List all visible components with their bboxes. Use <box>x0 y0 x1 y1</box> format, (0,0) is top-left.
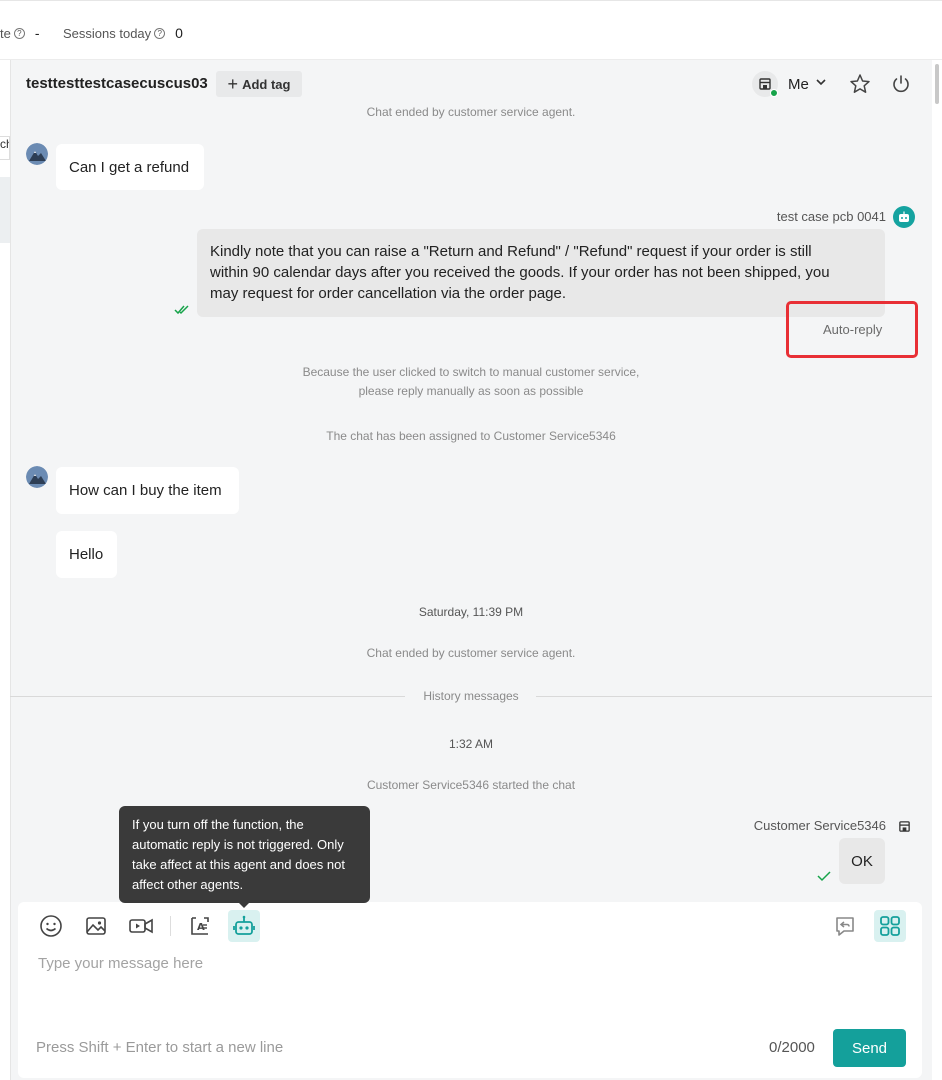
question-icon[interactable]: ? <box>154 27 166 39</box>
question-icon[interactable]: ? <box>13 27 25 39</box>
message-text: Can I get a refund <box>69 158 190 176</box>
apps-grid-icon[interactable] <box>874 910 906 942</box>
robot-icon <box>893 206 915 228</box>
left-selected-item-fragment[interactable] <box>0 177 10 243</box>
system-message: The chat has been assigned to Customer S… <box>326 429 616 443</box>
message-text-line: Kindly note that you can raise a "Return… <box>210 243 812 260</box>
toolbar-separator <box>170 916 171 936</box>
tooltip-arrow <box>238 902 250 908</box>
ai-text-icon[interactable]: A <box>187 913 213 939</box>
customer-message: How can I buy the item <box>56 467 239 514</box>
tooltip-line: affect other agents. <box>132 877 244 892</box>
character-counter: 0/2000 <box>769 1039 815 1056</box>
add-tag-button[interactable]: + Add tag <box>216 71 302 97</box>
stats-bar: te ? - Sessions today ? 0 <box>0 0 942 60</box>
message-text: How can I buy the item <box>69 482 222 499</box>
video-icon[interactable] <box>128 913 154 939</box>
robot-icon[interactable] <box>228 910 260 942</box>
star-icon[interactable] <box>849 73 871 95</box>
bot-auto-reply-message: Kindly note that you can raise a "Return… <box>197 229 885 317</box>
agent-message: OK <box>839 838 885 884</box>
input-hint: Press Shift + Enter to start a new line <box>36 1039 284 1056</box>
customer-name: testtesttestcasecuscus03 <box>26 75 208 92</box>
message-text-line: may request for order cancellation via t… <box>210 285 567 302</box>
assignee-label: Me <box>788 75 809 93</box>
tooltip-line: automatic reply is not triggered. Only <box>132 837 344 852</box>
system-message: Chat ended by customer service agent. <box>366 646 576 660</box>
message-text: OK <box>851 852 873 870</box>
auto-reply-tooltip: If you turn off the function, the automa… <box>119 806 370 903</box>
message-text: Hello <box>69 546 104 563</box>
check-icon <box>817 869 831 887</box>
left-panel-edge: ch <box>0 60 10 1080</box>
message-text-line: within 90 calendar days after you receiv… <box>210 264 830 281</box>
quick-reply-icon[interactable] <box>832 913 858 939</box>
plus-icon: + <box>227 74 239 94</box>
stat-sessions-label: Sessions today <box>63 25 152 41</box>
agent-name: Customer Service5346 <box>753 818 886 833</box>
system-message: Because the user clicked to switch to ma… <box>302 365 640 379</box>
scrollbar-thumb[interactable] <box>935 64 939 104</box>
timestamp: 1:32 AM <box>448 737 494 751</box>
customer-message: Hello <box>56 531 117 578</box>
store-icon <box>752 71 778 97</box>
avatar <box>26 143 48 165</box>
tooltip-line: If you turn off the function, the <box>132 817 304 832</box>
power-icon[interactable] <box>890 73 912 95</box>
scrollbar[interactable] <box>932 60 942 1080</box>
tooltip-line: take affect at this agent and does not <box>132 857 345 872</box>
store-icon <box>898 820 911 838</box>
double-check-icon <box>174 303 192 321</box>
stat-sessions-today: Sessions today ? 0 <box>63 25 183 41</box>
stat-sessions-value: 0 <box>175 25 183 41</box>
emoji-icon[interactable] <box>38 913 64 939</box>
message-input[interactable]: Type your message here <box>38 955 203 972</box>
stat-partial-value: - <box>34 25 40 41</box>
image-icon[interactable] <box>83 913 109 939</box>
divider <box>536 696 932 697</box>
add-tag-label: Add tag <box>242 76 291 92</box>
stat-partial: te ? - <box>0 25 40 41</box>
customer-message: Can I get a refund <box>56 144 204 190</box>
send-button[interactable]: Send <box>833 1029 906 1067</box>
system-message: Chat ended by customer service agent. <box>366 105 576 119</box>
highlight-box <box>786 301 918 358</box>
assignee-dropdown[interactable]: Me <box>752 71 827 97</box>
avatar <box>26 466 48 488</box>
online-status-dot <box>770 89 778 97</box>
stat-partial-label: te <box>0 25 11 41</box>
system-message: please reply manually as soon as possibl… <box>358 384 584 398</box>
left-search-fragment[interactable]: ch <box>0 136 10 160</box>
bot-agent-name: test case pcb 0041 <box>776 209 886 224</box>
timestamp: Saturday, 11:39 PM <box>418 605 524 619</box>
chevron-down-icon <box>815 75 827 93</box>
system-message: Customer Service5346 started the chat <box>366 778 576 792</box>
